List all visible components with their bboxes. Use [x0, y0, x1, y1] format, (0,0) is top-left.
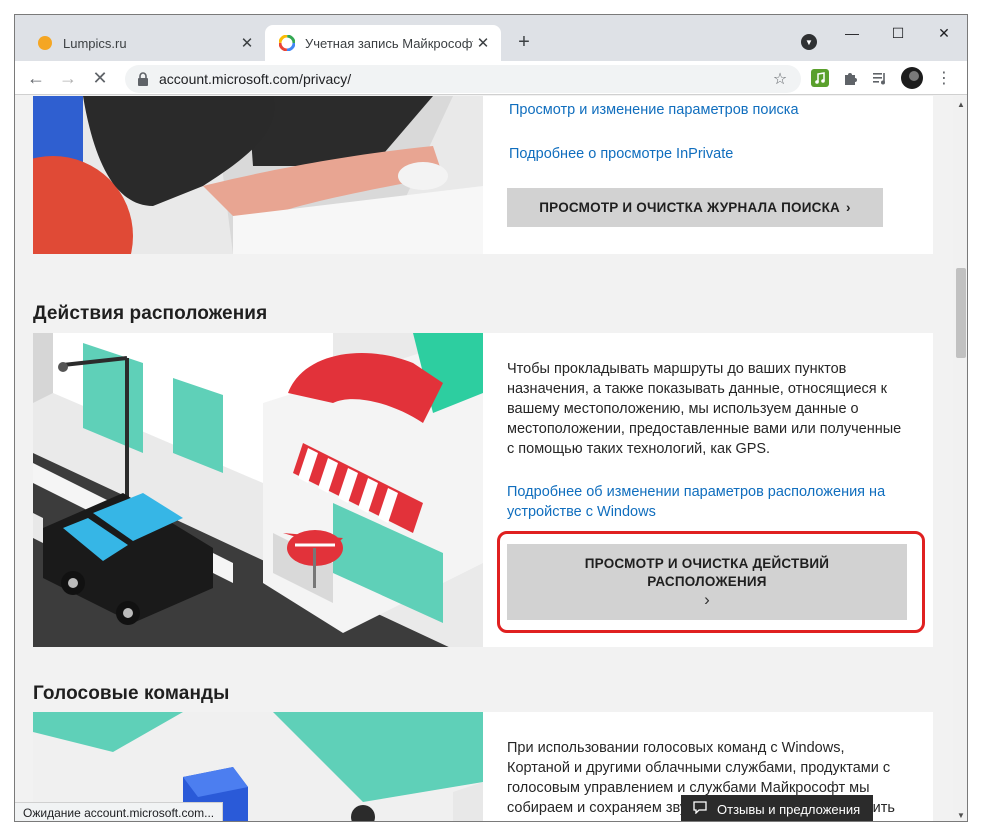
- microsoft-account-icon: [279, 35, 295, 51]
- tab-title: Lumpics.ru: [63, 35, 127, 51]
- menu-kebab-icon[interactable]: ⋮: [933, 67, 955, 89]
- tab-search-icon[interactable]: ▼: [801, 34, 817, 50]
- back-arrow-icon[interactable]: ←: [23, 65, 49, 91]
- lock-icon: [138, 72, 148, 86]
- browser-window: Lumpics.ru ✕ Учетная запись Майкрософт |…: [14, 14, 968, 822]
- toolbar: ← → ✕ account.microsoft.com/privacy/ ☆ ⋮: [15, 61, 967, 95]
- close-icon[interactable]: ✕: [473, 33, 493, 53]
- search-settings-link[interactable]: Просмотр и изменение параметров поиска: [509, 100, 909, 120]
- chat-bubble-icon: [693, 801, 707, 817]
- location-section-title: Действия расположения: [33, 303, 268, 324]
- music-extension-icon[interactable]: [809, 67, 831, 89]
- page-content: Просмотр и изменение параметров поиска П…: [15, 96, 953, 821]
- puzzle-extensions-icon[interactable]: [839, 67, 861, 89]
- minimize-button[interactable]: —: [829, 19, 875, 47]
- search-card: Просмотр и изменение параметров поиска П…: [33, 96, 933, 254]
- scroll-down-arrow-icon[interactable]: ▼: [953, 807, 967, 821]
- maximize-button[interactable]: ☐: [875, 19, 921, 47]
- chevron-right-icon: ›: [846, 200, 851, 215]
- location-description: Чтобы прокладывать маршруты до ваших пун…: [507, 361, 902, 457]
- location-settings-link[interactable]: Подробнее об изменении параметров распол…: [507, 482, 909, 522]
- vertical-scrollbar[interactable]: ▲ ▼: [953, 96, 967, 821]
- close-icon[interactable]: ✕: [237, 33, 257, 53]
- close-window-button[interactable]: ✕: [921, 19, 967, 47]
- scrollbar-thumb[interactable]: [956, 268, 966, 358]
- orange-circle-icon: [38, 36, 52, 50]
- new-tab-button[interactable]: +: [513, 31, 535, 53]
- bookmark-star-icon[interactable]: ☆: [769, 69, 791, 89]
- media-queue-icon[interactable]: [869, 67, 891, 89]
- address-bar[interactable]: account.microsoft.com/privacy/ ☆: [125, 65, 801, 93]
- highlight-frame: [497, 531, 925, 633]
- tab-strip: Lumpics.ru ✕ Учетная запись Майкрософт |…: [15, 15, 967, 61]
- search-illustration: [33, 96, 483, 254]
- feedback-label: Отзывы и предложения: [717, 801, 861, 817]
- stop-loading-icon[interactable]: ✕: [87, 65, 113, 91]
- forward-arrow-icon[interactable]: →: [55, 65, 81, 91]
- status-bar: Ожидание account.microsoft.com...: [15, 802, 224, 821]
- scroll-up-arrow-icon[interactable]: ▲: [953, 96, 967, 112]
- voice-section-title: Голосовые команды: [33, 683, 230, 704]
- avatar[interactable]: [901, 67, 923, 89]
- feedback-button[interactable]: Отзывы и предложения: [681, 795, 873, 821]
- tab-title: Учетная запись Майкрософт | К: [305, 35, 473, 51]
- clear-search-history-button[interactable]: ПРОСМОТР И ОЧИСТКА ЖУРНАЛА ПОИСКА ›: [507, 188, 883, 227]
- tab-microsoft-account[interactable]: Учетная запись Майкрософт | К ✕: [265, 25, 501, 61]
- button-label: ПРОСМОТР И ОЧИСТКА ЖУРНАЛА ПОИСКА: [539, 200, 840, 215]
- url-text: account.microsoft.com/privacy/: [159, 71, 352, 87]
- location-illustration: [33, 333, 483, 647]
- tab-lumpics[interactable]: Lumpics.ru ✕: [23, 25, 265, 61]
- inprivate-link[interactable]: Подробнее о просмотре InPrivate: [509, 144, 909, 164]
